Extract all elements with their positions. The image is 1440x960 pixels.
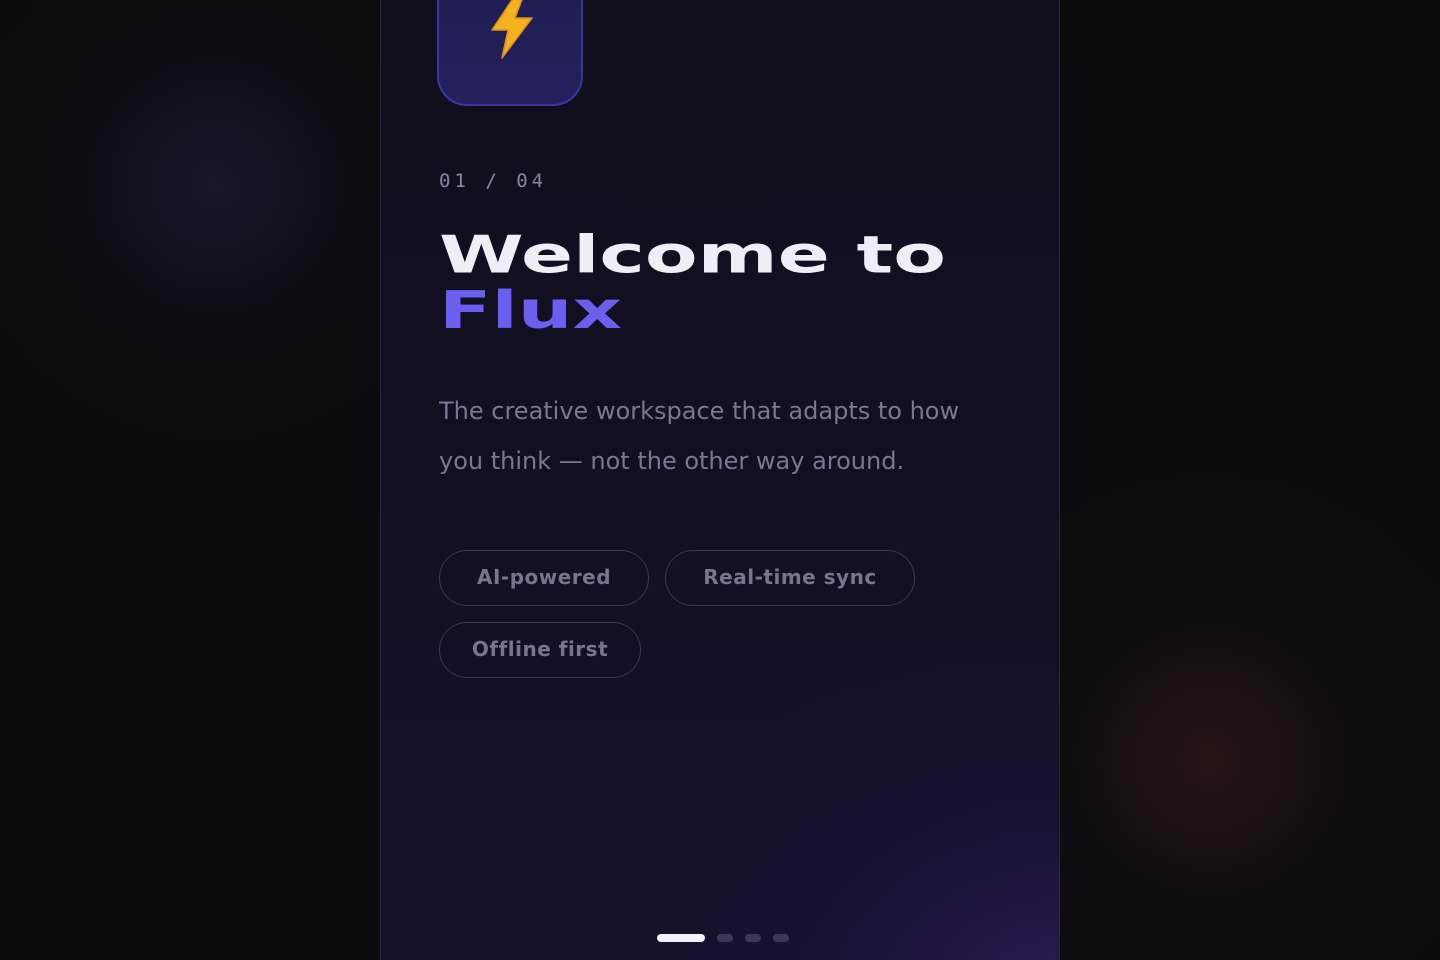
page-title: Welcome to Flux <box>439 228 946 338</box>
brand-name: Flux <box>439 280 622 341</box>
headline-text: Welcome to <box>439 225 946 286</box>
screen-background: 01 / 04 Welcome to Flux The creative wor… <box>0 0 1440 960</box>
page-dot-4[interactable] <box>773 934 789 942</box>
lightning-bolt-icon <box>491 0 533 59</box>
feature-chip-real-time-sync: Real-time sync <box>665 550 915 606</box>
onboarding-screen: 01 / 04 Welcome to Flux The creative wor… <box>380 0 1060 960</box>
page-dot-3[interactable] <box>745 934 761 942</box>
feature-chip-offline-first: Offline first <box>439 622 641 678</box>
app-icon-tile <box>437 0 583 106</box>
page-dot-2[interactable] <box>717 934 733 942</box>
tagline: The creative workspace that adapts to ho… <box>439 397 960 475</box>
step-counter: 01 / 04 <box>439 170 548 192</box>
page-dot-1-active[interactable] <box>657 934 705 942</box>
feature-chip-ai-powered: AI-powered <box>439 550 649 606</box>
